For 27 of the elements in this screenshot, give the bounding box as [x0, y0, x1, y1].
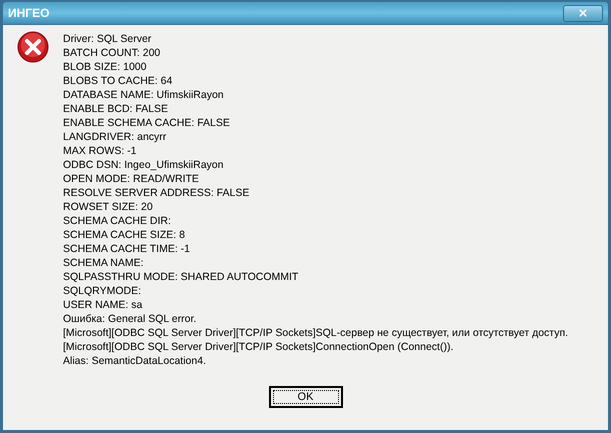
message-line: Alias: SemanticDataLocation4.	[63, 354, 207, 368]
message-line: Driver: SQL Server	[63, 32, 152, 46]
ok-button[interactable]: OK	[268, 386, 342, 408]
message-line: OPEN MODE: READ/WRITE	[63, 172, 200, 186]
message-line: DATABASE NAME: UfimskiiRayon	[63, 88, 225, 102]
message-line: [Microsoft][ODBC SQL Server Driver][TCP/IP Sockets]ConnectionOpen (Connect()).	[63, 340, 454, 354]
message-line: SCHEMA CACHE SIZE: 8	[63, 228, 186, 242]
message-line: Ошибка: General SQL error.	[63, 312, 198, 326]
message-line: SCHEMA NAME:	[63, 256, 145, 270]
message-line: ENABLE BCD: FALSE	[63, 102, 170, 116]
message-line: SCHEMA CACHE TIME: -1	[63, 242, 191, 256]
message-line: RESOLVE SERVER ADDRESS: FALSE	[63, 186, 250, 200]
message-line: BATCH COUNT: 200	[63, 46, 162, 60]
message-line: BLOB SIZE: 1000	[63, 60, 148, 74]
message-line: ROWSET SIZE: 20	[63, 200, 154, 214]
message-line: ODBC DSN: Ingeo_UfimskiiRayon	[63, 158, 224, 172]
message-line: MAX ROWS: -1	[63, 144, 138, 158]
message-line: [Microsoft][ODBC SQL Server Driver][TCP/IP Sockets]SQL-сервер не существует, или отсутствует доступ.	[63, 326, 568, 340]
message-line: ENABLE SCHEMA CACHE: FALSE	[63, 116, 231, 130]
error-icon	[17, 31, 49, 63]
message-line: USER NAME: sa	[63, 298, 144, 312]
message-line: SCHEMA CACHE DIR:	[63, 214, 172, 228]
message-line: LANGDRIVER: ancyrr	[63, 130, 168, 144]
message-line: BLOBS TO CACHE: 64	[63, 74, 174, 88]
message-line: SQLQRYMODE:	[63, 284, 142, 298]
message-line: SQLPASSTHRU MODE: SHARED AUTOCOMMIT	[63, 270, 300, 284]
window-title: ИНГЕО	[8, 5, 50, 22]
